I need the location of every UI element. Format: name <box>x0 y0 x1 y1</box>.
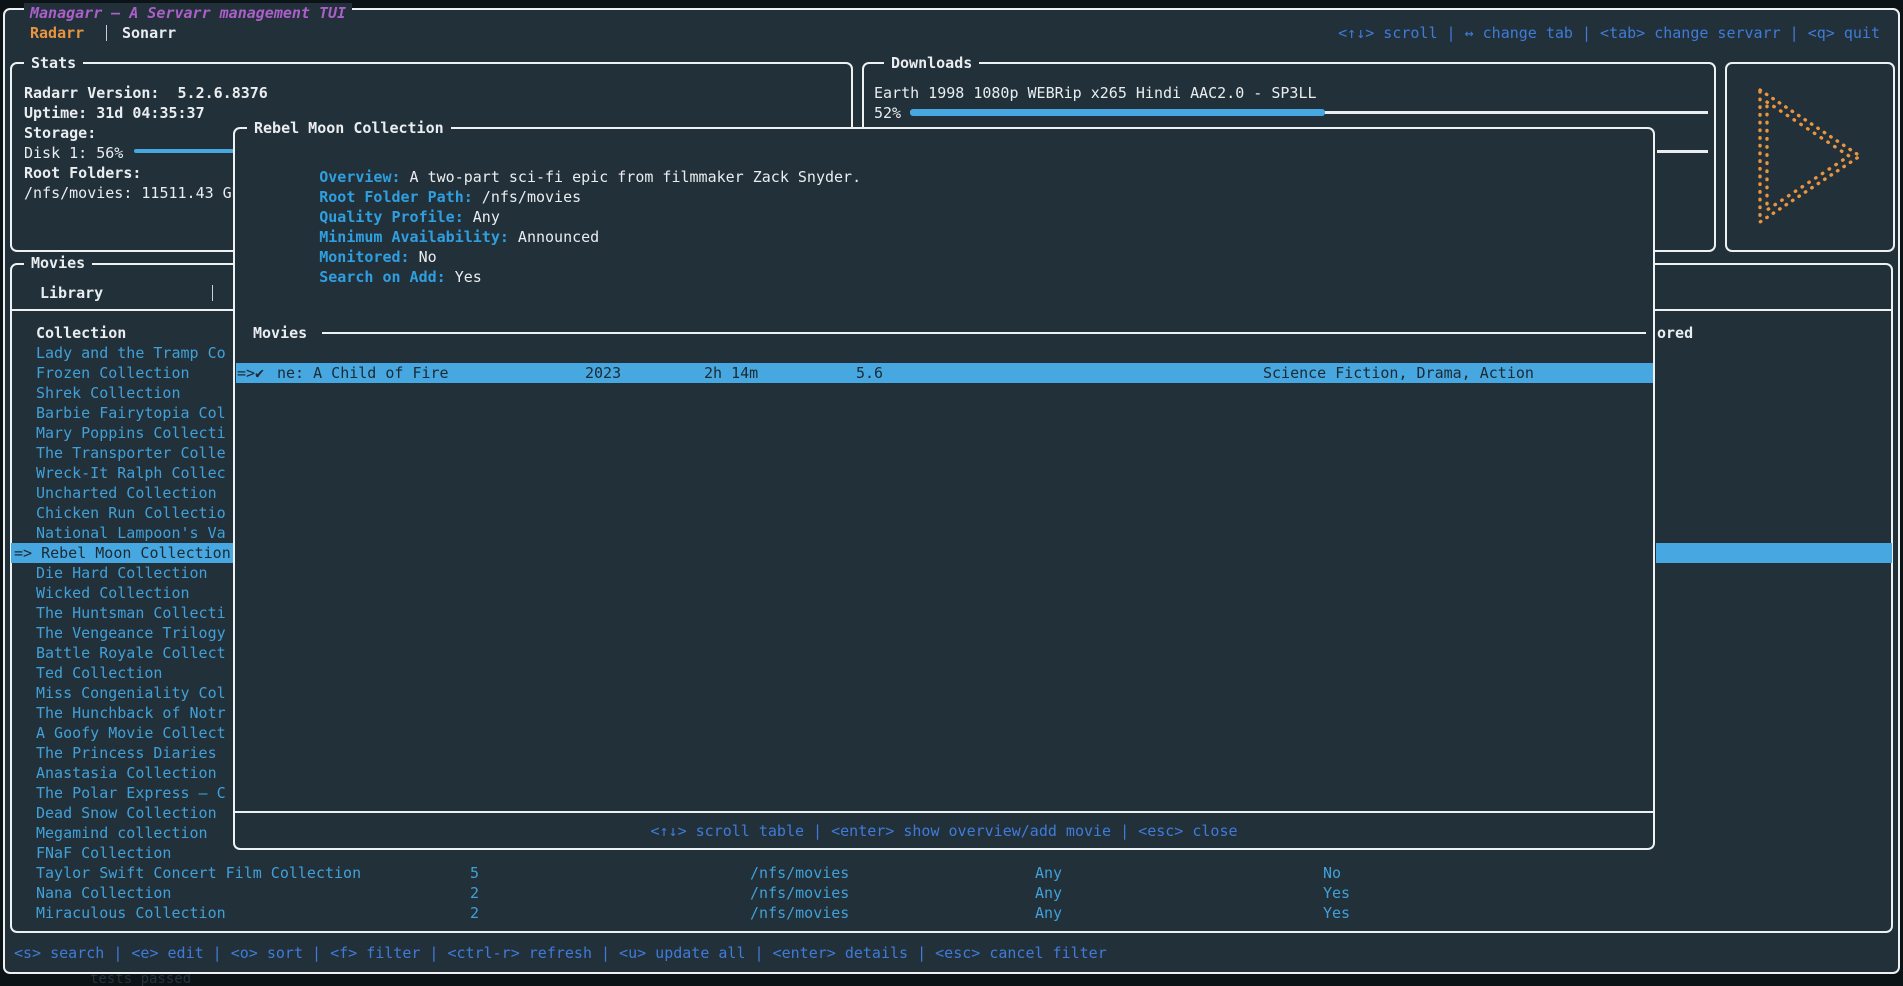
managarr-tui-screen: tests passed Managarr – A Servarr manage… <box>0 0 1903 986</box>
collection-table-row[interactable]: Miraculous Collection 2 /nfs/movies Any … <box>0 903 1903 923</box>
tab-library[interactable]: Library <box>40 283 103 303</box>
tab-sonarr[interactable]: Sonarr <box>122 23 176 43</box>
collection-list-item[interactable]: The Hunchback of Notr <box>36 703 226 723</box>
collection-list-item[interactable]: Lady and the Tramp Co <box>36 343 226 363</box>
collection-list-item[interactable]: Mary Poppins Collecti <box>36 423 226 443</box>
tab-divider <box>106 25 107 41</box>
stats-uptime-label: Uptime: <box>24 104 87 122</box>
cell-movie-runtime: 2h 14m <box>704 363 758 383</box>
collection-list-item[interactable]: Megamind collection <box>36 823 208 843</box>
stats-version-value: 5.2.6.8376 <box>159 84 267 102</box>
collection-list-item[interactable]: Wreck-It Ralph Collec <box>36 463 226 483</box>
cell-root-folder-path: /nfs/movies <box>750 903 849 923</box>
collection-list-item[interactable]: The Transporter Colle <box>36 443 226 463</box>
modal-field-label: Search on Add: <box>319 268 445 286</box>
collection-list-item[interactable]: The Huntsman Collecti <box>36 603 226 623</box>
collection-table-row[interactable]: Taylor Swift Concert Film Collection 5 /… <box>0 863 1903 883</box>
bottom-help-bar: <s> search | <e> edit | <o> sort | <f> f… <box>14 943 1107 963</box>
download-progress-bar <box>910 109 1325 116</box>
collection-list-item[interactable]: The Polar Express – C <box>36 783 226 803</box>
modal-title: Rebel Moon Collection <box>247 118 451 138</box>
modal-table-title: Movies <box>253 323 307 343</box>
collection-list-item[interactable]: Miss Congeniality Col <box>36 683 226 703</box>
cell-collection-name: Nana Collection <box>36 883 171 903</box>
collection-list-item[interactable]: FNaF Collection <box>36 843 171 863</box>
stats-panel-title: Stats <box>24 53 83 73</box>
tab-radarr[interactable]: Radarr <box>30 23 84 43</box>
cell-root-folder-path: /nfs/movies <box>750 863 849 883</box>
collection-list-item[interactable]: National Lampoon's Va <box>36 523 226 543</box>
cell-movie-title: ne: A Child of Fire <box>277 363 449 383</box>
download-progress-track-2 <box>1657 150 1708 153</box>
modal-footer-rule <box>235 811 1653 813</box>
modal-field-value: Announced <box>509 228 599 246</box>
collection-list-item[interactable]: The Vengeance Trilogy <box>36 623 226 643</box>
stats-uptime-value: 31d 04:35:37 <box>87 104 204 122</box>
modal-field-row: Root Folder Path: /nfs/movies <box>247 167 581 187</box>
collections-column-header: Collection <box>36 323 126 343</box>
cell-collection-name: Taylor Swift Concert Film Collection <box>36 863 361 883</box>
stats-storage-label: Storage: <box>24 123 96 143</box>
download-item-name: Earth 1998 1080p WEBRip x265 Hindi AAC2.… <box>874 83 1317 103</box>
cell-movie-genres: Science Fiction, Drama, Action <box>1263 363 1534 383</box>
collection-table-row[interactable]: Nana Collection 2 /nfs/movies Any Yes <box>0 883 1903 903</box>
stats-root-folders-label: Root Folders: <box>24 163 141 183</box>
modal-field-value: Yes <box>446 268 482 286</box>
cell-quality-profile: Any <box>1035 863 1062 883</box>
selected-collection-row[interactable]: => Rebel Moon Collection <box>11 543 233 563</box>
cell-monitored: Yes <box>1323 903 1350 923</box>
modal-field-row: Quality Profile: Any <box>247 187 500 207</box>
cell-movie-count: 5 <box>470 863 479 883</box>
cell-quality-profile: Any <box>1035 883 1062 903</box>
cell-movie-imdb: 5.6 <box>856 363 883 383</box>
modal-movie-row-selected[interactable]: => ✔ ne: A Child of Fire 2023 2h 14m 5.6… <box>236 363 1653 383</box>
stats-disk-label: Disk 1: 56% <box>24 143 123 163</box>
collection-list-item[interactable]: Battle Royale Collect <box>36 643 226 663</box>
movies-tab-divider <box>212 285 213 301</box>
modal-field-row: Search on Add: Yes <box>247 247 482 267</box>
cell-root-folder-path: /nfs/movies <box>750 883 849 903</box>
modal-field-row: Overview: A two-part sci-fi epic from fi… <box>247 147 861 167</box>
cell-quality-profile: Any <box>1035 903 1062 923</box>
top-help-bar: <↑↓> scroll | ↔ change tab | <tab> chang… <box>1338 23 1880 43</box>
cell-collection-name: Miraculous Collection <box>36 903 226 923</box>
collection-list-item[interactable]: Dead Snow Collection <box>36 803 217 823</box>
app-title: Managarr – A Servarr management TUI <box>24 3 352 23</box>
collection-list-item[interactable]: A Goofy Movie Collect <box>36 723 226 743</box>
download-percent-label: 52% <box>874 103 901 123</box>
modal-field-row: Monitored: No <box>247 227 437 247</box>
cell-movie-count: 2 <box>470 903 479 923</box>
monitored-column-header-partial: ored <box>1657 323 1693 343</box>
selected-collection-row-right-segment <box>1656 543 1892 563</box>
movies-panel-title: Movies <box>24 253 92 273</box>
stats-version-label: Radarr Version: <box>24 84 159 102</box>
cell-movie-count: 2 <box>470 883 479 903</box>
collection-list-item[interactable]: Anastasia Collection <box>36 763 217 783</box>
cell-movie-year: 2023 <box>585 363 621 383</box>
modal-help-bar: <↑↓> scroll table | <enter> show overvie… <box>233 821 1655 841</box>
selection-arrow: => <box>237 363 255 383</box>
modal-table-title-rule <box>322 332 1646 334</box>
cell-monitored: Yes <box>1323 883 1350 903</box>
collection-list-item[interactable]: Chicken Run Collectio <box>36 503 226 523</box>
collection-list-item[interactable]: Die Hard Collection <box>36 563 208 583</box>
downloads-panel-title: Downloads <box>884 53 979 73</box>
cell-monitored: No <box>1323 863 1341 883</box>
monitored-check-icon: ✔ <box>255 363 264 383</box>
modal-field-row: Minimum Availability: Announced <box>247 207 599 227</box>
collection-list-item[interactable]: Ted Collection <box>36 663 162 683</box>
collection-list-item[interactable]: Wicked Collection <box>36 583 190 603</box>
collection-list-item[interactable]: Frozen Collection <box>36 363 190 383</box>
collection-list-item[interactable]: The Princess Diaries <box>36 743 217 763</box>
stats-root-folder-value: /nfs/movies: 11511.43 GB <box>24 183 241 203</box>
collection-list-item[interactable]: Uncharted Collection <box>36 483 217 503</box>
collection-list-item[interactable]: Barbie Fairytopia Col <box>36 403 226 423</box>
managarr-play-logo-icon <box>1748 80 1874 232</box>
selected-collection-label: => Rebel Moon Collection <box>14 543 231 563</box>
collection-list-item[interactable]: Shrek Collection <box>36 383 181 403</box>
